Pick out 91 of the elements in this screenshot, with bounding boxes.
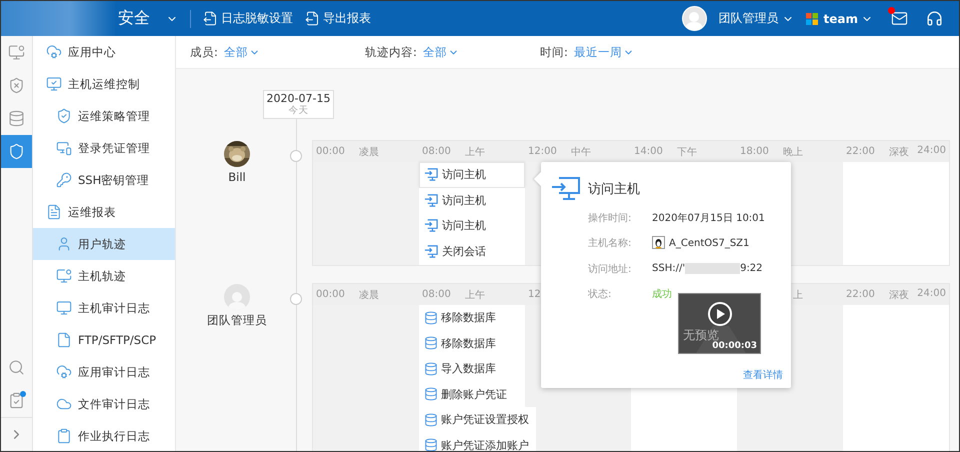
period-label: 凌晨 — [359, 146, 379, 158]
penguin-icon — [652, 236, 665, 250]
cloud-icon — [56, 396, 72, 412]
filter-label: 时间: — [540, 44, 568, 60]
play-icon — [716, 309, 724, 319]
period-label: 上午 — [465, 288, 485, 302]
mail-icon — [891, 10, 908, 27]
host-name: A_CentOS7_SZ1 — [669, 238, 750, 249]
database-icon — [424, 336, 438, 350]
filter-label: 轨迹内容: — [365, 44, 417, 60]
member-name: Bill — [228, 170, 246, 184]
avatar-icon — [684, 10, 704, 30]
toolbar-button[interactable]: 日志脱敏设置 — [197, 10, 299, 27]
database-icon — [424, 387, 438, 402]
monitor-arrow-icon — [551, 176, 581, 202]
row-label: 状态: — [588, 288, 612, 302]
period-label: 上 — [793, 288, 803, 302]
row-value: 2020年07月15日 10:01 — [652, 212, 765, 225]
database-icon — [8, 110, 25, 127]
toolbar-button[interactable]: 导出报表 — [299, 10, 377, 27]
hour-label: 12:00 — [528, 146, 558, 157]
period-label: 中午 — [571, 146, 591, 158]
search-icon — [8, 359, 25, 376]
document-icon — [46, 204, 62, 220]
play-button[interactable] — [708, 302, 732, 326]
timeline-node — [290, 293, 302, 305]
video-duration: 00:00:03 — [712, 341, 757, 351]
period-label: 深夜 — [889, 288, 909, 302]
hour-label: 00:00 — [316, 146, 346, 157]
period-label: 深夜 — [889, 146, 909, 158]
date-text: 2020-07-15 — [266, 92, 330, 105]
database-icon — [424, 438, 438, 451]
row-label: 主机名称: — [588, 236, 632, 250]
windows-logo-icon — [806, 12, 818, 24]
hour-label: 12 — [528, 289, 542, 300]
filter-label: 成员: — [190, 44, 218, 60]
member-name: 团队管理员 — [207, 313, 267, 328]
sidebar-item[interactable]: 用户轨迹 — [33, 228, 175, 260]
user-avatar[interactable] — [682, 6, 707, 31]
popup-title: 访问主机 — [588, 181, 640, 198]
monitor-arrow-icon — [424, 244, 439, 259]
no-preview-text: 无预览 — [683, 328, 719, 342]
event-item[interactable]: 访问主机 — [419, 162, 525, 188]
address-prefix: SSH://' — [652, 263, 686, 274]
monitor-phone-icon — [56, 140, 72, 156]
period-label: 上午 — [465, 146, 485, 158]
file-icon — [56, 332, 72, 348]
shield-check-icon — [56, 108, 72, 124]
database-icon — [424, 310, 438, 325]
monitor-arrow-icon — [424, 218, 439, 234]
database-icon — [424, 362, 438, 376]
team-menu[interactable]: team — [824, 12, 879, 26]
user-menu[interactable]: 团队管理员 — [712, 10, 800, 27]
monitor-arrow-icon — [424, 167, 439, 182]
database-icon — [424, 412, 438, 427]
monitor-icon — [8, 44, 25, 61]
monitor-icon — [56, 300, 72, 316]
cloud-gear-icon — [56, 364, 72, 380]
row-label: 操作时间: — [588, 212, 632, 225]
user-icon — [56, 236, 72, 252]
hour-label: 08:00 — [422, 289, 452, 300]
address-suffix: 9:22 — [740, 263, 763, 274]
brand-title: 安全 — [118, 8, 150, 29]
clipboard-check-icon — [8, 392, 25, 409]
period-label: 晚上 — [783, 146, 803, 158]
headset-icon — [926, 10, 943, 27]
monitor-icon — [56, 268, 72, 284]
video-preview[interactable]: 无预览 00:00:03 — [678, 293, 761, 354]
row-label: 访问地址: — [588, 262, 632, 276]
clipboard-icon — [56, 428, 72, 444]
shield-cross-icon — [8, 77, 25, 94]
hour-label: 22:00 — [846, 146, 876, 157]
monitor-arrow-icon — [424, 192, 439, 208]
hour-label: 24:00 — [917, 288, 946, 299]
export-icon — [305, 11, 320, 26]
key-icon — [56, 172, 72, 188]
export-icon — [203, 11, 218, 26]
date-note: 今天 — [288, 105, 308, 117]
hour-label: 24:00 — [917, 145, 946, 156]
hour-label: 22:00 — [846, 289, 876, 300]
cloud-gear-icon — [46, 44, 62, 60]
monitor-check-icon — [46, 76, 62, 92]
status-value: 成功 — [652, 288, 672, 302]
hour-label: 18:00 — [740, 146, 770, 157]
period-label: 下午 — [677, 146, 697, 158]
hour-label: 00:00 — [316, 289, 346, 300]
hour-label: 08:00 — [422, 146, 452, 157]
shield-icon — [8, 143, 25, 160]
hour-label: 14:00 — [634, 146, 664, 157]
period-label: 凌晨 — [359, 288, 379, 302]
timeline-node — [290, 150, 302, 162]
